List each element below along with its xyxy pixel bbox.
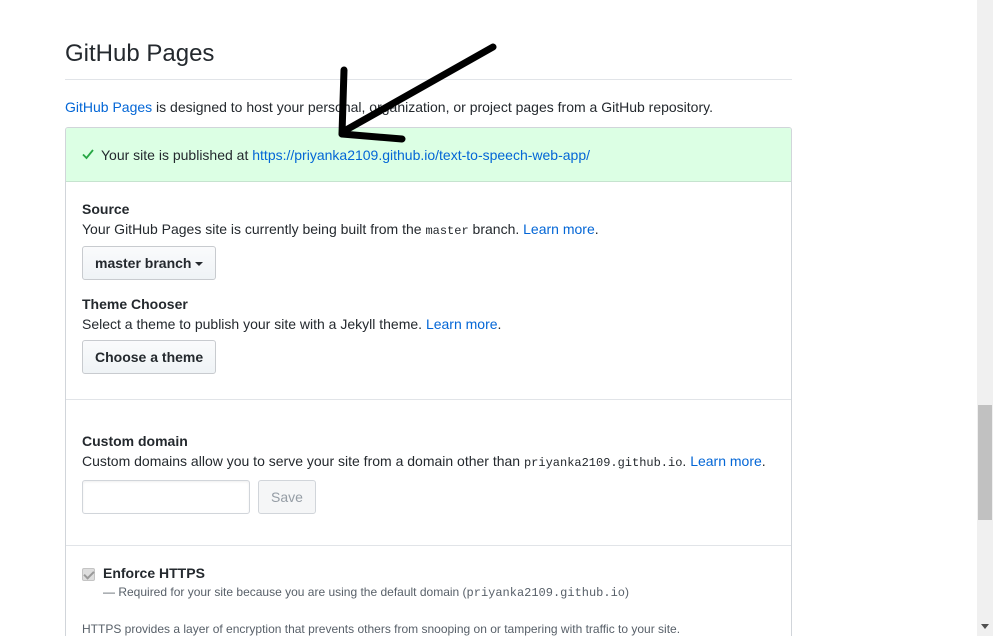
caret-down-icon	[195, 262, 204, 267]
intro-description: is designed to host your personal, organ…	[152, 99, 713, 115]
theme-learn-more-link[interactable]: Learn more	[426, 316, 498, 332]
published-prefix: Your site is published at	[101, 147, 253, 163]
custom-domain-period: .	[761, 453, 766, 469]
custom-domain-note-prefix: Custom domains allow you to serve your s…	[82, 453, 524, 469]
theme-note: Select a theme to publish your site with…	[82, 316, 775, 332]
source-note: Your GitHub Pages site is currently bein…	[82, 221, 775, 238]
github-pages-link[interactable]: GitHub Pages	[65, 99, 152, 115]
https-domain-code: priyanka2109.github.io	[466, 586, 625, 600]
theme-note-text: Select a theme to publish your site with…	[82, 316, 426, 332]
intro-text: GitHub Pages is designed to host your pe…	[65, 99, 713, 115]
source-label: Source	[82, 201, 130, 217]
published-url-link[interactable]: https://priyanka2109.github.io/text-to-s…	[252, 147, 590, 163]
source-section: Source Your GitHub Pages site is current…	[66, 182, 791, 400]
source-period: .	[594, 221, 599, 237]
https-note-suffix: )	[624, 585, 629, 599]
vertical-scrollbar[interactable]	[977, 0, 993, 636]
https-description: HTTPS provides a layer of encryption tha…	[82, 622, 681, 636]
custom-domain-form: Save	[82, 480, 775, 514]
published-flash: Your site is published at https://priyan…	[66, 128, 791, 182]
scrollbar-thumb[interactable]	[978, 405, 992, 520]
custom-domain-section: Custom domain Custom domains allow you t…	[66, 400, 791, 546]
check-icon	[82, 147, 96, 163]
save-button[interactable]: Save	[258, 480, 316, 514]
settings-page: GitHub Pages GitHub Pages is designed to…	[0, 0, 977, 636]
custom-domain-note: Custom domains allow you to serve your s…	[82, 453, 775, 470]
enforce-https-checkbox[interactable]	[82, 568, 95, 581]
branch-code: master	[425, 224, 469, 238]
custom-domain-input[interactable]	[82, 480, 250, 514]
source-note-suffix: branch.	[468, 221, 524, 237]
section-title: GitHub Pages	[65, 40, 792, 80]
https-note-prefix: — Required for your site because you are…	[103, 585, 467, 599]
theme-period: .	[497, 316, 502, 332]
scroll-down-arrow-icon[interactable]	[981, 624, 989, 629]
branch-select-button[interactable]: master branch	[82, 246, 217, 280]
source-note-prefix: Your GitHub Pages site is currently bein…	[82, 221, 426, 237]
enforce-https-label: Enforce HTTPS	[103, 565, 205, 581]
custom-domain-label: Custom domain	[82, 433, 188, 449]
branch-select-label: master branch	[95, 255, 192, 271]
choose-theme-button[interactable]: Choose a theme	[82, 340, 217, 374]
https-required-note: — Required for your site because you are…	[103, 585, 629, 600]
source-learn-more-link[interactable]: Learn more	[523, 221, 595, 237]
pages-settings-box: Your site is published at https://priyan…	[65, 127, 792, 636]
custom-domain-learn-more-link[interactable]: Learn more	[690, 453, 762, 469]
https-section: Enforce HTTPS — Required for your site b…	[66, 546, 791, 636]
custom-domain-code: priyanka2109.github.io	[523, 456, 683, 470]
theme-label: Theme Chooser	[82, 296, 188, 312]
